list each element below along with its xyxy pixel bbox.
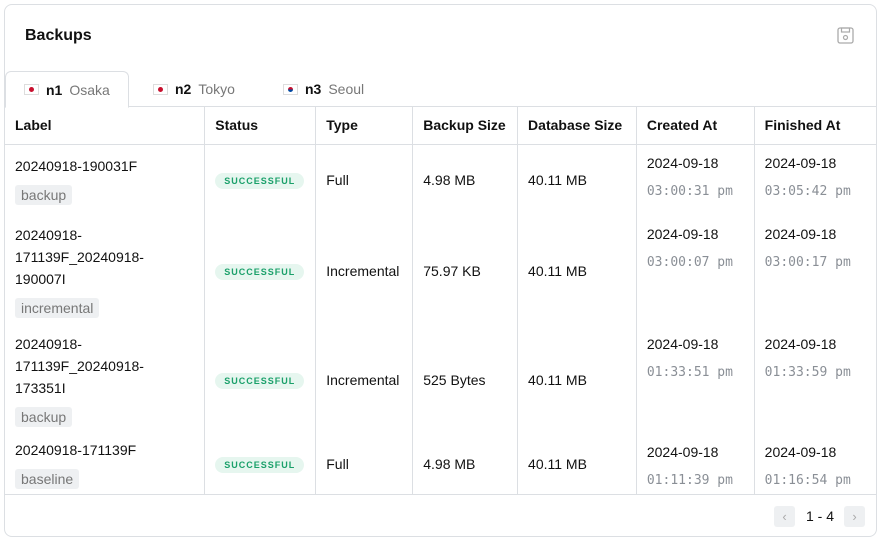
backups-card: Backups n1 Osaka n2 Tokyo n3 Seoul Label St…: [4, 4, 877, 537]
column-header[interactable]: Backup Size: [412, 106, 519, 145]
database-size-cell: 40.11 MB: [517, 434, 637, 494]
created-date: 2024-09-18: [646, 444, 719, 460]
tab-node: n1: [46, 81, 63, 98]
column-header[interactable]: Type: [315, 106, 414, 145]
backup-label: 20240918-171139F_20240918-173351I: [15, 336, 144, 396]
backup-tag: baseline: [15, 469, 80, 489]
node-tabs: n1 Osaka n2 Tokyo n3 Seoul: [5, 71, 876, 108]
korea-flag-icon: [283, 83, 298, 95]
backup-size-cell: 75.97 KB: [412, 216, 519, 326]
backup-size-cell: 525 Bytes: [412, 326, 519, 434]
status-badge: SUCCESSFUL: [215, 173, 305, 190]
backup-label: 20240918-171139F_20240918-190007I: [15, 227, 144, 287]
table-row[interactable]: 20240918-171139F baseline SUCCESSFUL Full…: [5, 434, 876, 494]
backup-tag: backup: [15, 185, 73, 206]
status-badge: SUCCESSFUL: [215, 373, 305, 389]
column-header[interactable]: Created At: [636, 106, 755, 145]
prev-page-button[interactable]: ‹: [774, 506, 795, 527]
finished-time: 01:16:54 pm: [764, 473, 851, 488]
japan-flag-icon: [153, 83, 168, 95]
backup-label: 20240918-171139F: [15, 442, 137, 458]
created-date: 2024-09-18: [646, 226, 719, 242]
created-time: 01:33:51 pm: [646, 365, 733, 380]
created-date: 2024-09-18: [646, 336, 719, 352]
table-row[interactable]: 20240918-171139F_20240918-190007Iincreme…: [5, 216, 876, 326]
type-cell: Full: [315, 434, 414, 494]
status-badge: SUCCESSFUL: [215, 457, 305, 473]
chevron-left-icon: ‹: [782, 509, 787, 524]
column-header[interactable]: Database Size: [517, 106, 637, 145]
finished-time: 03:05:42 pm: [764, 183, 851, 199]
finished-time: 01:33:59 pm: [764, 365, 851, 380]
chevron-right-icon: ›: [852, 509, 857, 524]
backup-label: 20240918-190031F: [15, 158, 138, 175]
table-footer: ‹ 1 - 4 ›: [5, 494, 876, 536]
created-date: 2024-09-18: [646, 154, 719, 171]
column-header[interactable]: Finished At: [754, 106, 876, 145]
database-size-cell: 40.11 MB: [517, 144, 637, 216]
column-header[interactable]: Status: [204, 106, 317, 145]
table-row[interactable]: 20240918-171139F_20240918-173351I backup …: [5, 326, 876, 434]
tab-city: Tokyo: [198, 81, 235, 97]
tab-city: Seoul: [328, 81, 365, 97]
created-time: 03:00:07 pm: [646, 255, 733, 270]
tab-n3[interactable]: n3 Seoul: [265, 71, 382, 107]
next-page-button[interactable]: ›: [844, 506, 865, 527]
card-title: Backups: [25, 27, 92, 44]
finished-date: 2024-09-18: [764, 444, 837, 460]
tab-node: n2: [175, 81, 192, 97]
backup-size-cell: 4.98 MB: [412, 144, 519, 216]
type-cell: Full: [315, 144, 414, 216]
created-time: 01:11:39 pm: [646, 473, 733, 488]
tab-node: n3: [305, 81, 322, 97]
type-cell: Incremental: [315, 216, 414, 326]
save-icon[interactable]: [837, 27, 854, 44]
type-cell: Incremental: [315, 326, 414, 434]
table-row[interactable]: 20240918-190031F backup SUCCESSFUL Full 4…: [5, 144, 876, 216]
backups-table: Label Status Type Backup Size Database S…: [5, 106, 876, 494]
database-size-cell: 40.11 MB: [517, 326, 637, 434]
backup-tag: backup: [15, 407, 73, 427]
status-badge: SUCCESSFUL: [215, 264, 305, 280]
page-range: 1 - 4: [806, 508, 835, 524]
backup-tag: incremental: [15, 298, 100, 318]
finished-date: 2024-09-18: [764, 226, 837, 242]
column-header[interactable]: Label: [5, 106, 206, 145]
finished-time: 03:00:17 pm: [764, 255, 851, 270]
tab-city: Osaka: [69, 81, 110, 98]
database-size-cell: 40.11 MB: [517, 216, 637, 326]
finished-date: 2024-09-18: [764, 336, 837, 352]
backup-size-cell: 4.98 MB: [412, 434, 519, 494]
finished-date: 2024-09-18: [764, 154, 837, 171]
tab-n1[interactable]: n1 Osaka: [5, 71, 129, 108]
created-time: 03:00:31 pm: [646, 183, 733, 199]
japan-flag-icon: [24, 84, 39, 95]
tab-n2[interactable]: n2 Tokyo: [135, 71, 253, 107]
